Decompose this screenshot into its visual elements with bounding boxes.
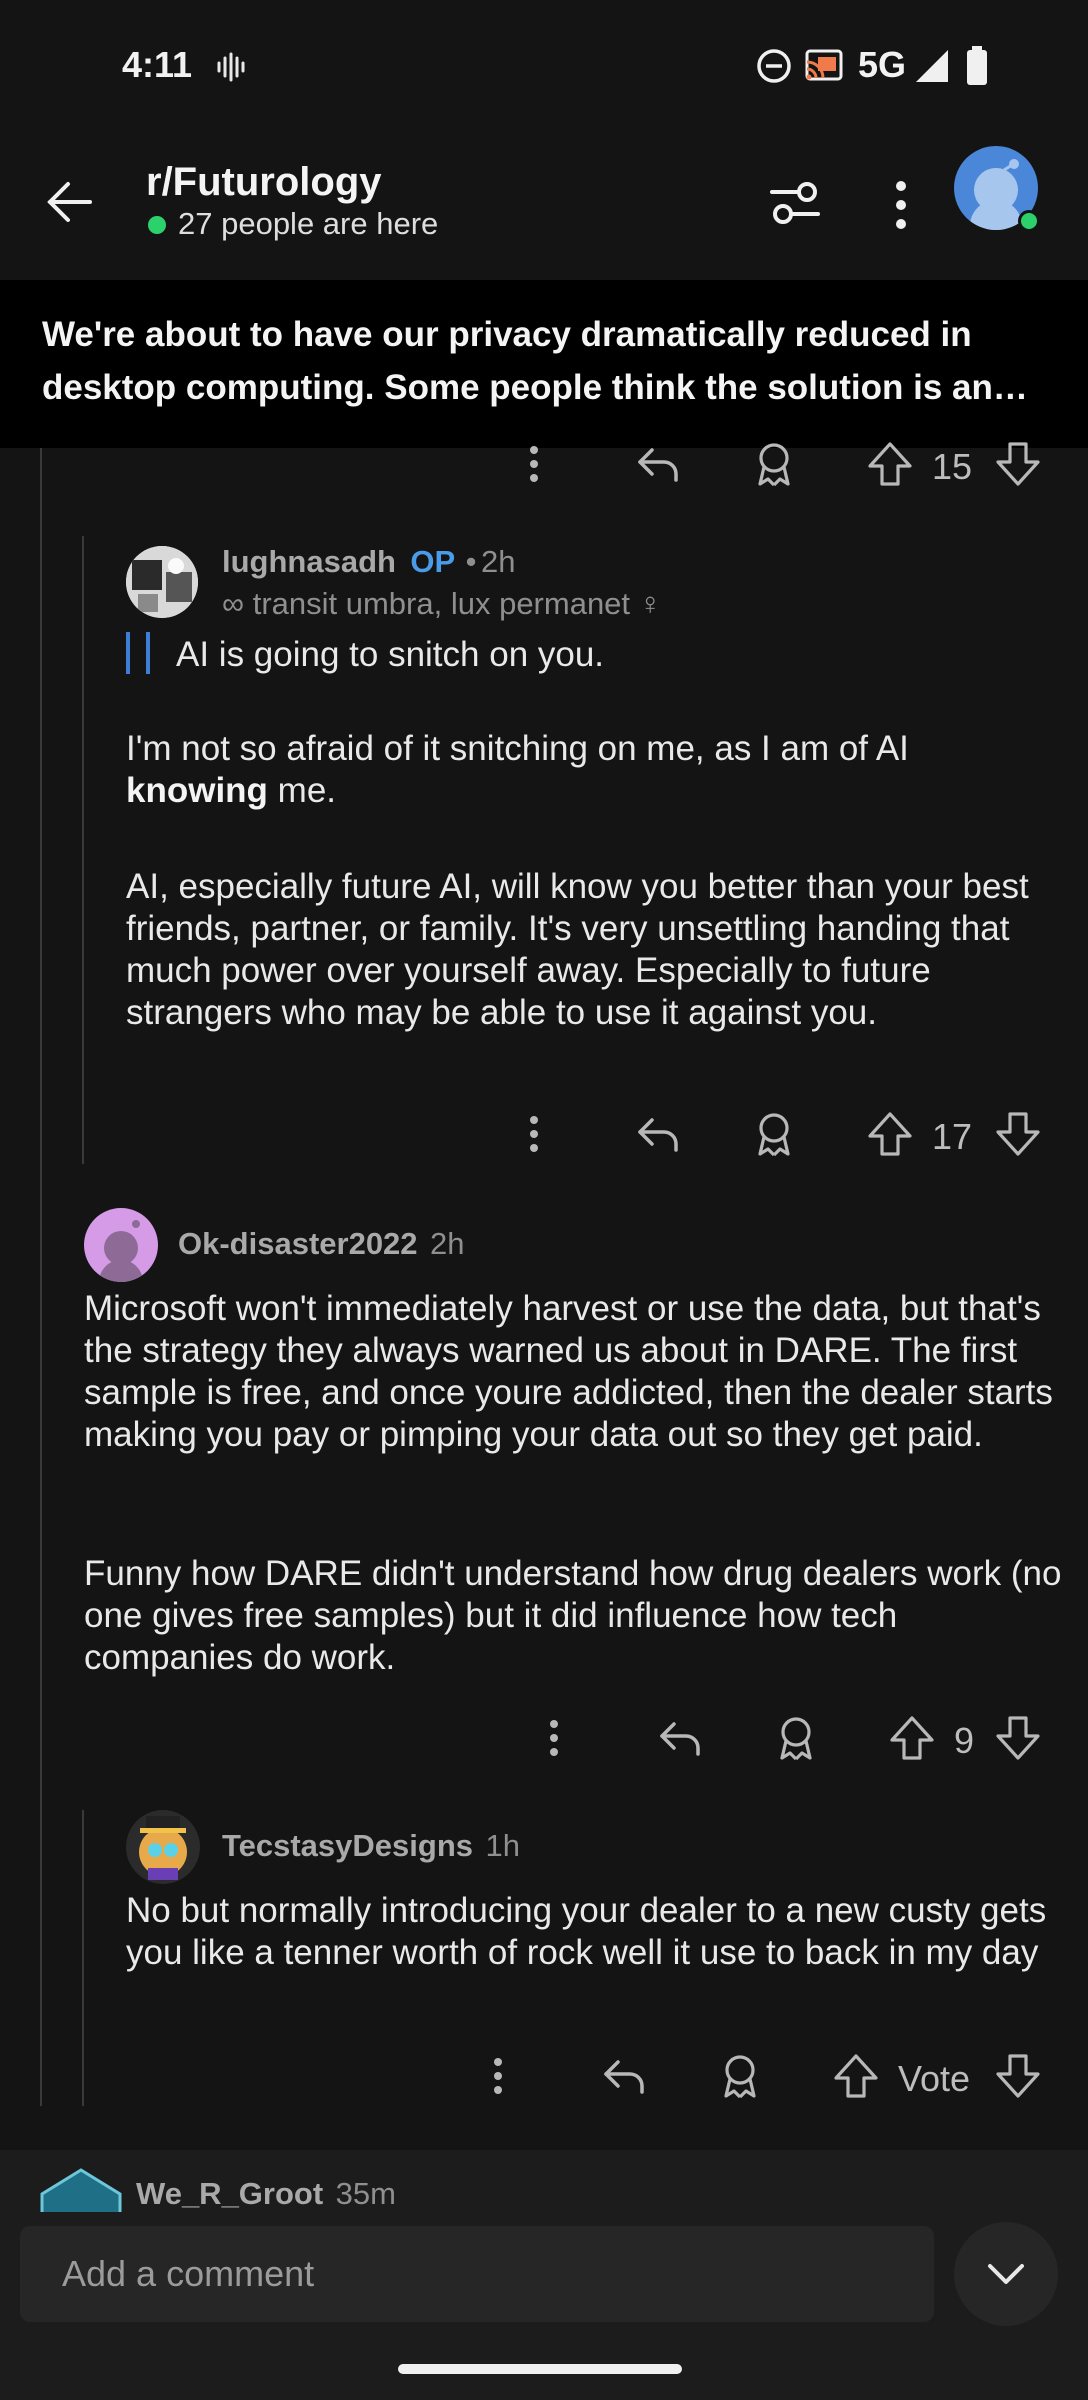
comment-paragraph: I'm not so afraid of it snitching on me,… bbox=[126, 728, 1056, 812]
comment-paragraph: AI, especially future AI, will know you … bbox=[126, 867, 1029, 1032]
more-options-icon[interactable] bbox=[510, 440, 558, 488]
upvote-icon[interactable] bbox=[888, 1714, 936, 1762]
more-options-icon[interactable] bbox=[510, 1110, 558, 1158]
comment-paragraph: Funny how DARE didn't understand how dru… bbox=[84, 1554, 1062, 1677]
vibrate-icon bbox=[216, 52, 246, 82]
downvote-icon[interactable] bbox=[994, 2052, 1042, 2100]
emphasis-text: knowing bbox=[126, 771, 268, 810]
dnd-icon bbox=[756, 48, 792, 84]
op-badge: OP bbox=[410, 544, 456, 579]
username[interactable]: TecstasyDesigns bbox=[222, 1828, 473, 1863]
thread-line bbox=[40, 448, 42, 2106]
chevron-down-icon bbox=[988, 2264, 1024, 2284]
collapse-button[interactable] bbox=[954, 2222, 1058, 2326]
commenter-avatar[interactable] bbox=[40, 2168, 122, 2212]
filter-icon[interactable] bbox=[768, 178, 822, 228]
downvote-icon[interactable] bbox=[994, 1110, 1042, 1158]
status-time: 4:11 bbox=[122, 44, 193, 85]
post-title[interactable]: We're about to have our privacy dramatic… bbox=[42, 308, 1052, 414]
comment-time: 2h bbox=[430, 1226, 465, 1261]
avatar-online-badge bbox=[1018, 210, 1040, 232]
comment-input[interactable] bbox=[20, 2226, 934, 2322]
comment-paragraph: Microsoft won't immediately harvest or u… bbox=[84, 1289, 1053, 1454]
downvote-icon[interactable] bbox=[994, 440, 1042, 488]
username[interactable]: Ok-disaster2022 bbox=[178, 1226, 418, 1261]
award-icon[interactable] bbox=[750, 1110, 798, 1158]
vote-label: Vote bbox=[898, 2058, 971, 2099]
home-indicator[interactable] bbox=[398, 2364, 682, 2374]
subreddit-title[interactable]: r/Futurology bbox=[146, 160, 382, 205]
username[interactable]: We_R_Groot bbox=[136, 2176, 323, 2211]
commenter-avatar[interactable] bbox=[126, 1810, 200, 1884]
upvote-icon[interactable] bbox=[866, 440, 914, 488]
commenter-avatar[interactable] bbox=[126, 546, 198, 618]
comment-header: Ok-disaster2022 2h bbox=[178, 1226, 464, 1262]
online-count: 27 people are here bbox=[178, 206, 439, 241]
vote-count: 17 bbox=[932, 1116, 973, 1157]
comment-paragraph: No but normally introducing your dealer … bbox=[126, 1891, 1047, 1972]
comment-text: me. bbox=[277, 771, 337, 810]
cast-icon bbox=[804, 48, 844, 84]
quote-bar bbox=[146, 632, 150, 674]
comment-time: 35m bbox=[335, 2176, 396, 2211]
reply-icon[interactable] bbox=[634, 1110, 682, 1158]
reply-icon[interactable] bbox=[634, 440, 682, 488]
vote-count: 15 bbox=[932, 446, 973, 487]
more-options-icon[interactable] bbox=[530, 1714, 578, 1762]
back-arrow-icon[interactable] bbox=[44, 176, 96, 228]
quote-text: AI is going to snitch on you. bbox=[176, 635, 605, 674]
reply-icon[interactable] bbox=[600, 2052, 648, 2100]
online-indicator-icon bbox=[148, 216, 166, 234]
more-vertical-icon[interactable] bbox=[886, 178, 916, 232]
upvote-icon[interactable] bbox=[866, 1110, 914, 1158]
comment-text: I'm not so afraid of it snitching on me,… bbox=[126, 729, 909, 768]
user-flair: ∞ transit umbra, lux permanet ♀ bbox=[222, 586, 662, 621]
comment-header: lughnasadh OP • 2h bbox=[222, 544, 515, 580]
award-icon[interactable] bbox=[772, 1714, 820, 1762]
signal-icon bbox=[914, 48, 950, 84]
username[interactable]: lughnasadh bbox=[222, 544, 396, 579]
award-icon[interactable] bbox=[716, 2052, 764, 2100]
downvote-icon[interactable] bbox=[994, 1714, 1042, 1762]
vote-count: 9 bbox=[954, 1720, 975, 1761]
upvote-icon[interactable] bbox=[832, 2052, 880, 2100]
comment-time: 1h bbox=[485, 1828, 520, 1863]
comment-header: TecstasyDesigns 1h bbox=[222, 1828, 520, 1864]
battery-icon bbox=[966, 46, 988, 86]
comment-header: We_R_Groot 35m bbox=[136, 2176, 396, 2212]
reply-icon[interactable] bbox=[656, 1714, 704, 1762]
quote-bar bbox=[126, 632, 130, 674]
separator: • bbox=[465, 544, 477, 579]
comment-time: 2h bbox=[480, 544, 516, 579]
thread-line bbox=[82, 1810, 84, 2106]
network-type: 5G bbox=[858, 44, 907, 85]
award-icon[interactable] bbox=[750, 440, 798, 488]
commenter-avatar[interactable] bbox=[84, 1208, 158, 1282]
more-options-icon[interactable] bbox=[474, 2052, 522, 2100]
thread-line bbox=[82, 536, 84, 1164]
